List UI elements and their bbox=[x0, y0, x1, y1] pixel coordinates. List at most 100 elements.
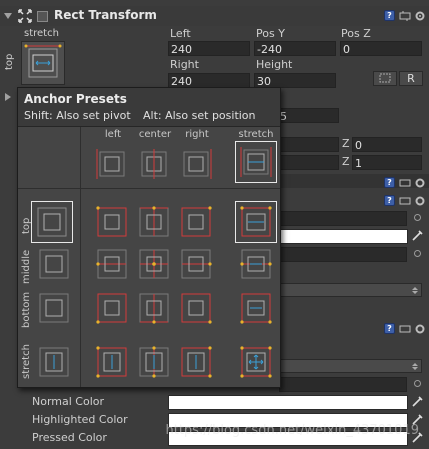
presets-icon[interactable] bbox=[399, 10, 411, 22]
preset-middle-only[interactable] bbox=[35, 245, 73, 283]
right-field[interactable]: 240 bbox=[168, 73, 250, 88]
scale-z-field[interactable]: 1 bbox=[352, 155, 422, 170]
anchor-bottom-right-icon bbox=[181, 293, 212, 324]
preset-bottom-left[interactable] bbox=[93, 289, 131, 327]
anchor-stretch-left-icon bbox=[96, 346, 127, 378]
anchor-bottom-stretch-icon bbox=[240, 293, 272, 324]
popup-title: Anchor Presets bbox=[24, 92, 127, 106]
normal-color-swatch[interactable] bbox=[168, 395, 408, 410]
component-title: Rect Transform bbox=[54, 8, 157, 22]
anchor-bottom-center-icon bbox=[139, 293, 169, 324]
object-field-2[interactable] bbox=[279, 247, 407, 262]
object-picker-icon-3[interactable] bbox=[414, 380, 421, 387]
anchor-stretch-center-icon bbox=[139, 346, 169, 378]
preset-top-center[interactable] bbox=[135, 203, 173, 241]
preset-bottom-stretch[interactable] bbox=[237, 289, 275, 327]
rotation-z-field[interactable]: 0 bbox=[352, 137, 422, 152]
gear-icon-4[interactable] bbox=[414, 323, 426, 335]
presets-icon-2[interactable] bbox=[399, 177, 411, 189]
preset-bottom-only[interactable] bbox=[35, 289, 73, 327]
anchor-middle-left-icon bbox=[96, 249, 127, 279]
dropdown-2[interactable] bbox=[279, 359, 422, 373]
posy-field[interactable]: -240 bbox=[254, 41, 336, 56]
blueprint-mode-button[interactable] bbox=[373, 71, 397, 86]
help-book-icon-2[interactable]: ? bbox=[384, 177, 395, 188]
preset-stretch-vertical[interactable] bbox=[35, 343, 73, 381]
anchor-top-left-icon bbox=[96, 206, 127, 237]
preset-top-left[interactable] bbox=[93, 203, 131, 241]
anchor-center-icon bbox=[141, 149, 167, 179]
dropdown-arrows-icon-2 bbox=[412, 363, 418, 370]
help-book-icon-3[interactable]: ? bbox=[384, 195, 395, 206]
dashed-rect-icon bbox=[379, 73, 391, 83]
partial-field[interactable]: 5 bbox=[277, 108, 339, 123]
help-book-icon[interactable]: ? bbox=[384, 10, 395, 21]
preset-middle-right[interactable] bbox=[177, 245, 215, 283]
anchor-top-center-icon bbox=[139, 206, 169, 237]
eyedropper-icon[interactable] bbox=[411, 229, 423, 241]
scale-y-field[interactable] bbox=[277, 155, 339, 170]
gear-icon[interactable] bbox=[414, 10, 426, 22]
preset-center-only[interactable] bbox=[135, 145, 173, 183]
enable-checkbox[interactable] bbox=[37, 11, 48, 22]
pressed-color-label: Pressed Color bbox=[32, 431, 107, 444]
row-middle-label: middle bbox=[21, 249, 32, 284]
color-swatch-top[interactable] bbox=[279, 229, 408, 244]
row-bottom-label: bottom bbox=[21, 291, 32, 328]
presets-icon-3[interactable] bbox=[399, 195, 411, 207]
dropdown-1[interactable] bbox=[279, 283, 422, 297]
preset-stretch-both[interactable] bbox=[237, 343, 275, 381]
preset-stretch-right[interactable] bbox=[177, 343, 215, 381]
preset-top-stretch[interactable] bbox=[235, 201, 277, 243]
z-label-1: Z bbox=[342, 137, 350, 150]
highlighted-color-label: Highlighted Color bbox=[32, 413, 128, 426]
foldout-arrow-icon[interactable] bbox=[4, 13, 12, 19]
height-label: Height bbox=[256, 58, 293, 71]
z-label-2: Z bbox=[342, 155, 350, 168]
preset-right-only[interactable] bbox=[177, 145, 215, 183]
anchor-horizontal-label: stretch bbox=[24, 28, 59, 39]
preset-stretch-left[interactable] bbox=[93, 343, 131, 381]
anchor-stretch-top-icon bbox=[24, 44, 62, 78]
height-field[interactable]: 30 bbox=[254, 73, 336, 88]
raw-edit-button[interactable]: R bbox=[399, 71, 423, 86]
col-center-label: center bbox=[138, 129, 172, 140]
rotation-y-field[interactable] bbox=[277, 137, 339, 152]
anchor-middle-center-icon bbox=[139, 249, 169, 279]
help-book-icon-4[interactable]: ? bbox=[384, 323, 395, 334]
rect-transform-icon bbox=[18, 9, 32, 23]
preset-top-only[interactable] bbox=[31, 201, 73, 243]
anchor-middle-icon bbox=[39, 249, 69, 279]
preset-left-only[interactable] bbox=[93, 145, 131, 183]
preset-middle-left[interactable] bbox=[93, 245, 131, 283]
dropdown-arrows-icon bbox=[412, 287, 418, 294]
gear-icon-3[interactable] bbox=[414, 195, 426, 207]
preset-middle-center[interactable] bbox=[135, 245, 173, 283]
right-label: Right bbox=[170, 58, 199, 71]
object-picker-icon[interactable] bbox=[414, 214, 421, 221]
preset-bottom-right[interactable] bbox=[177, 289, 215, 327]
gear-icon-2[interactable] bbox=[414, 177, 426, 189]
object-picker-icon-2[interactable] bbox=[414, 250, 421, 257]
eyedropper-icon-normal[interactable] bbox=[411, 395, 423, 407]
object-field-3[interactable] bbox=[279, 377, 407, 392]
object-field-1[interactable] bbox=[279, 211, 407, 226]
anchor-top-stretch-icon bbox=[240, 206, 272, 237]
preset-stretch-center[interactable] bbox=[135, 343, 173, 381]
posz-label: Pos Z bbox=[341, 27, 371, 40]
anchor-vertical-label: top bbox=[4, 53, 15, 70]
preset-bottom-center[interactable] bbox=[135, 289, 173, 327]
preset-middle-stretch[interactable] bbox=[237, 245, 275, 283]
left-field[interactable]: 240 bbox=[168, 41, 250, 56]
anchor-preset-button[interactable] bbox=[21, 41, 65, 85]
preset-stretch-horizontal[interactable] bbox=[235, 141, 277, 183]
col-stretch-label: stretch bbox=[238, 129, 274, 140]
preset-top-right[interactable] bbox=[177, 203, 215, 241]
anchor-bottom-left-icon bbox=[96, 293, 127, 324]
presets-icon-4[interactable] bbox=[399, 323, 411, 335]
anchor-stretch-both-icon bbox=[240, 346, 272, 378]
alt-hint: Alt: Also set position bbox=[143, 109, 256, 122]
anchors-foldout-icon[interactable] bbox=[5, 93, 11, 101]
posz-field[interactable]: 0 bbox=[340, 41, 422, 56]
anchor-top-icon bbox=[37, 207, 67, 237]
